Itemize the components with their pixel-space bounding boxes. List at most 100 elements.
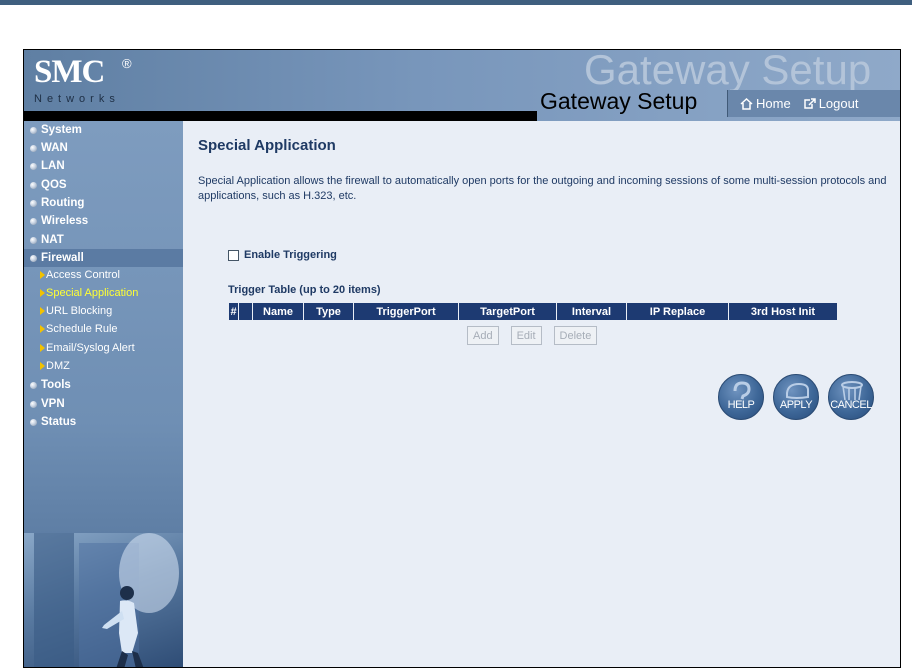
header-links: Home Logout [727,90,900,117]
column-header: IP Replace [627,303,729,320]
bullet-icon [30,162,37,170]
home-link[interactable]: Home [740,96,791,111]
main-content: Special Application Special Application … [183,121,900,667]
bullet-icon [30,144,37,152]
sidebar-item-label: QOS [41,179,67,191]
top-rule [0,0,912,5]
sidebar-item-lan[interactable]: LAN [30,157,65,175]
sidebar-photo [24,533,183,667]
sidebar-item-label: Firewall [41,252,84,264]
apply-icon [786,382,809,399]
bullet-icon [30,236,37,244]
column-spacer [239,303,253,320]
subnav-url-blocking[interactable]: URL Blocking [40,303,112,319]
sidebar-item-label: System [41,124,82,136]
trigger-table-header: # Name Type TriggerPort TargetPort Inter… [229,303,837,320]
arrow-icon [40,307,45,315]
table-buttons: Add Edit Delete [467,326,598,345]
page-title: Special Application [198,137,336,154]
sidebar-item-system[interactable]: System [30,121,82,139]
sidebar-item-label: LAN [41,160,65,172]
arrow-icon [40,362,45,370]
sidebar-item-firewall[interactable]: Firewall [24,249,183,267]
gateway-setup-title: Gateway Setup [540,88,698,114]
bullet-icon [30,254,37,262]
bullet-icon [30,418,37,426]
edit-button[interactable]: Edit [510,326,542,345]
logout-link[interactable]: Logout [803,96,859,111]
arrow-icon [40,325,45,333]
arrow-icon [40,271,45,279]
logo-registered-mark: ® [122,56,132,71]
bullet-icon [30,181,37,189]
header-black-bar [24,111,537,121]
enable-triggering-label: Enable Triggering [244,249,337,261]
sidebar-item-qos[interactable]: QOS [30,176,67,194]
sidebar-item-label: WAN [41,142,68,154]
bullet-icon [30,199,37,207]
router-ui-frame: SMC ® Networks Gateway Setup Gateway Set… [23,49,901,668]
subnav-email-syslog-alert[interactable]: Email/Syslog Alert [40,340,135,356]
sidebar-item-label: NAT [41,234,64,246]
header: SMC ® Networks Gateway Setup Gateway Set… [24,50,900,121]
column-header: Interval [557,303,627,320]
bullet-icon [30,400,37,408]
apply-label: APPLY [779,399,813,411]
question-icon [733,381,751,400]
person-at-server-illustration [34,533,179,667]
subnav-label: DMZ [46,360,70,372]
bullet-icon [30,381,37,389]
column-header: Name [253,303,304,320]
sidebar-item-label: Tools [41,379,71,391]
sidebar-item-nat[interactable]: NAT [30,231,64,249]
sidebar-item-wireless[interactable]: Wireless [30,212,88,230]
home-label: Home [756,96,791,111]
arrow-icon [40,344,45,352]
logout-icon [803,97,816,110]
add-button[interactable]: Add [467,326,499,345]
subnav-special-application[interactable]: Special Application [40,285,138,301]
page-description: Special Application allows the firewall … [198,175,887,202]
cancel-button[interactable]: CANCEL [828,374,874,420]
sidebar-item-label: Routing [41,197,85,209]
help-label: HELP [727,399,755,411]
column-header: TargetPort [459,303,557,320]
apply-button[interactable]: APPLY [773,374,819,420]
sidebar: System WAN LAN QOS Routing Wireless NAT … [24,121,183,667]
subnav-access-control[interactable]: Access Control [40,267,120,283]
sidebar-item-label: Wireless [41,215,89,227]
bullet-icon [30,126,37,134]
bullet-icon [30,217,37,225]
sidebar-item-wan[interactable]: WAN [30,139,68,157]
sidebar-item-tools[interactable]: Tools [30,376,71,394]
trash-icon [841,381,863,401]
column-header: 3rd Host Init [729,303,837,320]
sidebar-item-routing[interactable]: Routing [30,194,84,212]
enable-triggering-checkbox[interactable] [228,249,239,261]
logo-networks: Networks [34,93,120,105]
logout-label: Logout [818,96,859,111]
sidebar-item-vpn[interactable]: VPN [30,395,65,413]
column-header: TriggerPort [354,303,459,320]
action-buttons: HELP APPLY CANCEL [718,374,874,420]
arrow-icon [40,289,45,297]
subnav-schedule-rule[interactable]: Schedule Rule [40,321,118,337]
trigger-table-caption: Trigger Table (up to 20 items) [228,284,381,296]
subnav-label: Access Control [46,269,120,281]
column-header: # [229,303,239,320]
delete-button[interactable]: Delete [553,326,598,345]
help-button[interactable]: HELP [718,374,764,420]
subnav-label: Email/Syslog Alert [46,342,135,354]
subnav-dmz[interactable]: DMZ [40,358,70,374]
subnav-label: Special Application [46,287,139,299]
sidebar-item-label: VPN [41,398,65,410]
home-icon [740,97,753,110]
enable-triggering-row: Enable Triggering [228,249,337,261]
smc-logo: SMC [34,54,105,90]
subnav-label: URL Blocking [46,305,113,317]
subnav-label: Schedule Rule [46,323,118,335]
sidebar-item-status[interactable]: Status [30,413,76,431]
column-header: Type [304,303,354,320]
sidebar-item-label: Status [41,416,77,428]
cancel-label: CANCEL [830,399,872,411]
